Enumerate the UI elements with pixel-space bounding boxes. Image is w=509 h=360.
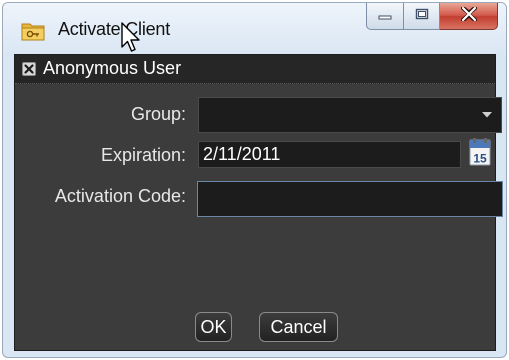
title-bar[interactable]: Activate Client: [3, 3, 506, 53]
close-button[interactable]: [440, 3, 498, 30]
minimize-icon: [378, 7, 392, 25]
chevron-down-icon[interactable]: [473, 98, 501, 132]
maximize-icon: [415, 7, 429, 25]
mouse-pointer-icon: [120, 22, 142, 54]
group-label: Group:: [130, 104, 186, 124]
activation-code-label: Activation Code:: [54, 186, 186, 206]
minimize-button[interactable]: [366, 3, 404, 30]
anonymous-user-header: Anonymous User: [15, 55, 495, 84]
collapse-x-icon[interactable]: [22, 62, 36, 76]
maximize-button[interactable]: [404, 3, 440, 30]
ok-button[interactable]: OK: [195, 312, 232, 342]
activation-code-input[interactable]: [197, 181, 503, 217]
anonymous-user-label: Anonymous User: [43, 58, 182, 78]
window-controls: [366, 3, 498, 31]
close-icon: [460, 5, 477, 26]
activate-client-window: Activate Client Anonymous User Group: Ex…: [2, 2, 507, 358]
calendar-icon[interactable]: 15: [469, 138, 491, 166]
cancel-button[interactable]: Cancel: [259, 312, 338, 342]
expiration-date-input[interactable]: [198, 141, 461, 168]
expiration-label: Expiration:: [100, 145, 186, 165]
calendar-day-number: 15: [473, 152, 487, 166]
group-combobox[interactable]: [198, 97, 502, 133]
window-title: Activate Client: [58, 19, 171, 39]
dialog-content: Anonymous User Group: Expiration: 15 Act…: [14, 54, 503, 351]
folder-key-icon: [21, 20, 45, 41]
